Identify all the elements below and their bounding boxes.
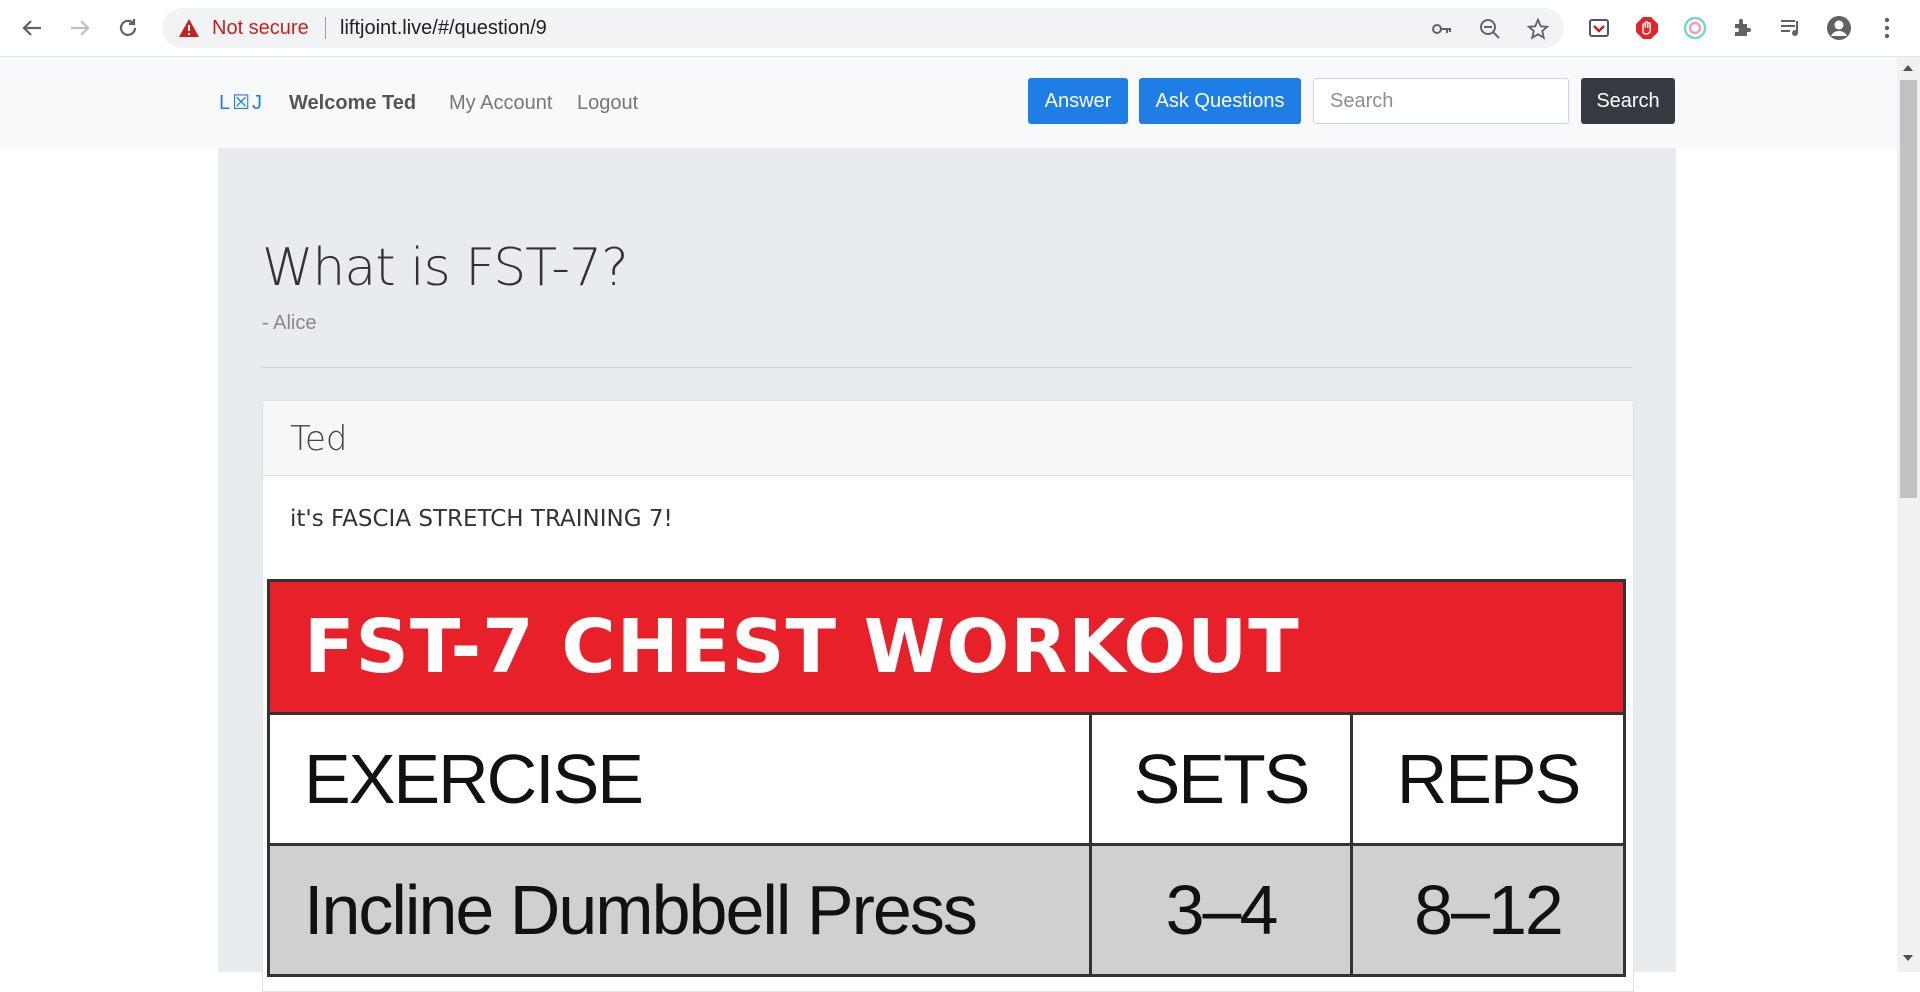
browser-toolbar: Not secure liftjoint.live/#/question/9 [0, 0, 1920, 57]
answer-card: Ted it's FASCIA STRETCH TRAINING 7! FST-… [262, 400, 1634, 992]
workout-reps: 8–12 [1414, 871, 1564, 949]
adblock-icon[interactable] [1634, 15, 1660, 41]
reload-button[interactable] [110, 10, 146, 46]
my-account-link[interactable]: My Account [449, 92, 552, 115]
answer-card-header: Ted [263, 401, 1633, 476]
scrollbar-thumb[interactable] [1900, 80, 1917, 498]
workout-header-sets: SETS [1092, 715, 1353, 843]
reload-icon [119, 19, 137, 36]
brand-logo[interactable]: L☒J [219, 90, 264, 115]
menu-icon[interactable] [1874, 15, 1900, 41]
warning-icon [179, 19, 199, 37]
ask-questions-button[interactable]: Ask Questions [1139, 78, 1301, 124]
divider [262, 367, 1632, 368]
scroll-up-icon[interactable] [1903, 65, 1913, 71]
forward-icon [71, 20, 90, 36]
welcome-text: Welcome Ted [289, 92, 417, 114]
media-queue-icon[interactable] [1778, 15, 1804, 41]
answer-card-body: it's FASCIA STRETCH TRAINING 7! [263, 476, 1633, 576]
question-author: - Alice [262, 312, 317, 334]
workout-image: FST-7 CHEST WORKOUT EXERCISE SETS REPS I… [267, 579, 1626, 977]
answer-text: it's FASCIA STRETCH TRAINING 7! [290, 506, 673, 532]
security-label[interactable]: Not secure [212, 17, 309, 40]
table-row: Incline Dumbbell Press 3–4 8–12 [270, 846, 1623, 974]
extension-icon[interactable] [1682, 15, 1708, 41]
back-icon [22, 20, 41, 36]
forward-button[interactable] [62, 10, 98, 46]
logout-link[interactable]: Logout [577, 92, 638, 115]
omnibox-separator [325, 17, 326, 39]
key-icon[interactable] [1430, 17, 1454, 41]
workout-header-exercise: EXERCISE [270, 715, 1092, 843]
answer-author: Ted [290, 419, 348, 459]
page-scrollbar[interactable] [1897, 57, 1920, 972]
back-button[interactable] [14, 10, 50, 46]
workout-header-reps: REPS [1396, 740, 1582, 818]
workout-exercise: Incline Dumbbell Press [270, 846, 1092, 974]
scroll-down-icon[interactable] [1903, 955, 1913, 961]
question-title: What is FST-7? [262, 238, 629, 298]
url-text[interactable]: liftjoint.live/#/question/9 [340, 17, 547, 40]
search-button[interactable]: Search [1581, 78, 1675, 124]
star-icon[interactable] [1526, 17, 1550, 41]
workout-header-row: EXERCISE SETS REPS [270, 715, 1623, 846]
question-container: What is FST-7? - Alice Ted it's FASCIA S… [218, 148, 1676, 992]
puzzle-icon[interactable] [1730, 15, 1756, 41]
address-bar[interactable]: Not secure liftjoint.live/#/question/9 [162, 8, 1564, 48]
pocket-icon[interactable] [1586, 15, 1612, 41]
search-input[interactable] [1313, 78, 1569, 124]
answer-button[interactable]: Answer [1028, 78, 1128, 124]
workout-sets: 3–4 [1092, 846, 1353, 974]
zoom-out-icon[interactable] [1478, 17, 1502, 41]
site-navbar: L☒J Welcome Ted My Account Logout Answer… [0, 57, 1897, 148]
workout-title: FST-7 CHEST WORKOUT [270, 582, 1623, 715]
profile-icon[interactable] [1826, 15, 1852, 41]
